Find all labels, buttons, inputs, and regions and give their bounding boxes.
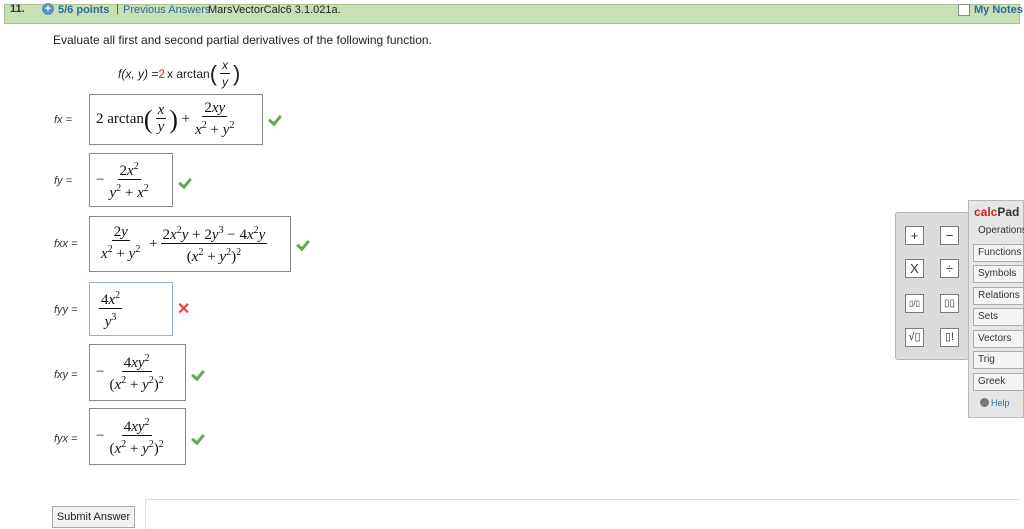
- bottom-divider: [145, 499, 1020, 500]
- fxy-label: fxy =: [54, 369, 78, 381]
- fyx-answer-box[interactable]: −4xy2 (x2 + y2)2: [89, 408, 186, 465]
- calcpad-operations-tab[interactable]: Operations: [978, 225, 1024, 236]
- separator: |: [116, 3, 119, 15]
- calcpad-tab-greek[interactable]: Greek: [973, 373, 1024, 391]
- previous-answers-link[interactable]: Previous Answers: [123, 4, 210, 16]
- fx-label: fx =: [54, 114, 73, 126]
- function-frac-num: x: [220, 57, 231, 74]
- function-coefficient: 2: [158, 67, 166, 81]
- calcpad-tab-relations[interactable]: Relations: [973, 287, 1024, 305]
- fxx-label: fxx =: [54, 238, 78, 250]
- fx-correct-check-icon: [268, 113, 282, 127]
- calcpad-tab-functions[interactable]: Functions: [973, 244, 1024, 262]
- calcpad-divide-button[interactable]: ÷: [940, 259, 959, 278]
- function-frac-den: y: [222, 74, 229, 89]
- calcpad-tab-trig[interactable]: Trig: [973, 351, 1024, 369]
- problem-code: MarsVectorCalc6 3.1.021a.: [208, 4, 341, 16]
- function-definition: f(x, y) = 2 x arctan ( x y ): [118, 57, 241, 89]
- calcpad-minus-button[interactable]: −: [940, 226, 959, 245]
- fyy-incorrect-x-icon: ✕: [177, 301, 191, 318]
- calcpad-tab-vectors[interactable]: Vectors: [973, 330, 1024, 348]
- question-prompt: Evaluate all first and second partial de…: [53, 33, 432, 47]
- expand-plus-icon[interactable]: +: [42, 3, 54, 15]
- calcpad-exponent-button[interactable]: ▯▯: [940, 294, 959, 313]
- calcpad-multiply-button[interactable]: X: [905, 259, 924, 278]
- calcpad-tab-sets[interactable]: Sets: [973, 308, 1024, 326]
- fy-correct-check-icon: [178, 176, 192, 190]
- calcpad-help-link[interactable]: Help: [980, 398, 1010, 408]
- calcpad-factorial-button[interactable]: ▯!: [940, 328, 959, 347]
- fxx-correct-check-icon: [296, 238, 310, 252]
- help-icon: [980, 398, 989, 407]
- bottom-divider-vertical: [145, 499, 146, 529]
- function-lhs: f(x, y) =: [118, 67, 159, 81]
- fyy-label: fyy =: [54, 304, 78, 316]
- calcpad-fraction-button[interactable]: ▯/▯: [905, 294, 924, 313]
- notes-checkbox-icon[interactable]: [958, 4, 970, 16]
- fxy-answer-box[interactable]: −4xy2 (x2 + y2)2: [89, 344, 186, 401]
- function-rest: x arctan: [167, 67, 210, 81]
- question-number: 11.: [10, 3, 25, 15]
- points-link[interactable]: 5/6 points: [58, 4, 109, 16]
- fyx-correct-check-icon: [191, 432, 205, 446]
- fy-answer-box[interactable]: −2x2 y2 + x2: [89, 153, 173, 207]
- fx-answer-box[interactable]: 2 arctan( xy ) + 2xy x2 + y2: [89, 94, 263, 145]
- calcpad-plus-button[interactable]: +: [905, 226, 924, 245]
- fxx-answer-box[interactable]: 2y x2 + y2 + 2x2y + 2y3 − 4x2y (x2 + y2)2: [89, 216, 291, 272]
- fy-label: fy =: [54, 175, 73, 187]
- calcpad-sqrt-button[interactable]: √▯: [905, 328, 924, 347]
- fyy-answer-box[interactable]: 4x2 y3: [89, 282, 173, 336]
- fxy-correct-check-icon: [191, 368, 205, 382]
- fyx-label: fyx =: [54, 433, 78, 445]
- submit-answer-button[interactable]: Submit Answer: [52, 506, 135, 528]
- calcpad-title: calcPad: [974, 205, 1020, 219]
- calcpad-tab-symbols[interactable]: Symbols: [973, 265, 1024, 283]
- my-notes-link[interactable]: My Notes: [974, 4, 1023, 16]
